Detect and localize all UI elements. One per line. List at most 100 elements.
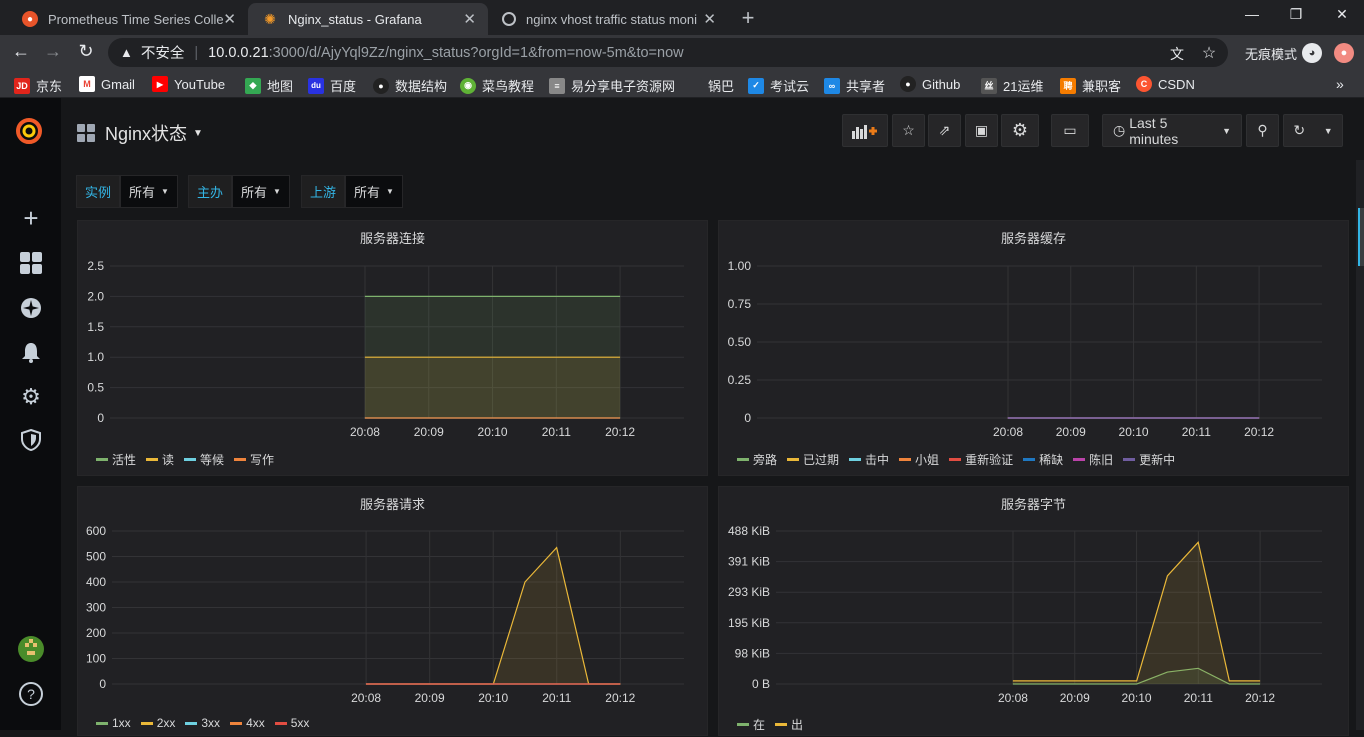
add-panel-button[interactable] [842, 114, 888, 147]
avatar[interactable] [18, 636, 44, 662]
variable-upstream[interactable]: 上游 所有 ▼ [301, 175, 403, 208]
new-tab-button[interactable]: + [736, 5, 760, 31]
dashboard-settings-button[interactable]: ⚙ [1001, 114, 1039, 147]
time-range-picker[interactable]: ◷ Last 5 minutes ▼ [1102, 114, 1242, 147]
configuration-gear-icon[interactable]: ⚙ [19, 385, 43, 409]
close-icon[interactable]: ✕ [463, 10, 476, 28]
legend-item[interactable]: 旁路 [737, 451, 777, 468]
bookmark-kaoshiyun[interactable]: ✓ 考试云 [748, 76, 809, 95]
bookmark-runoob[interactable]: ◉ 菜鸟教程 [460, 76, 534, 95]
legend-item[interactable]: 出 [775, 716, 803, 733]
alerting-bell-icon[interactable] [19, 341, 43, 365]
bookmark-label: 易分享电子资源网 [571, 79, 676, 94]
dashboard-picker[interactable]: Nginx状态 ▼ [77, 120, 203, 146]
browser-tab-grafana[interactable]: ✺ Nginx_status - Grafana ✕ [248, 3, 488, 35]
save-dashboard-button[interactable]: ▣ [965, 114, 998, 147]
legend-item[interactable]: 陈旧 [1073, 451, 1113, 468]
translate-icon[interactable]: 文 [1166, 44, 1188, 64]
server-admin-shield-icon[interactable] [19, 428, 43, 453]
url-path: :3000/d/AjyYql9Zz/nginx_status?orgId=1&f… [268, 44, 684, 61]
legend-item[interactable]: 写作 [234, 451, 274, 468]
chart-svg: 2.5 2.0 1.5 1.0 0.5 0 20:08 20:09 20:10 20:11 20:1… [87, 259, 684, 439]
panel-server-requests[interactable]: 服务器请求 600 500 400 300 200 100 0 20:08 20:09 20:10… [77, 486, 708, 736]
chart-svg: 600 500 400 300 200 100 0 20:08 20:09 20:10 20:11 2… [86, 524, 684, 705]
variable-instance[interactable]: 实例 所有 ▼ [76, 175, 178, 208]
refresh-button[interactable]: ↻ ▼ [1283, 114, 1343, 147]
legend-item[interactable]: 2xx [140, 716, 175, 730]
close-icon[interactable]: ✕ [223, 10, 236, 28]
dashboards-icon[interactable] [19, 252, 43, 276]
tab-title: Nginx_status - Grafana [288, 11, 422, 27]
star-dashboard-button[interactable]: ☆ [892, 114, 925, 147]
bookmark-jianzhike[interactable]: 聘兼职客 [1060, 76, 1121, 95]
y-tick-label: 195 KiB [728, 616, 770, 630]
legend-item[interactable]: 在 [737, 716, 765, 733]
legend-item[interactable]: 5xx [274, 716, 309, 730]
add-panel-icon [852, 124, 877, 139]
y-tick-label: 0.5 [87, 381, 104, 395]
legend-item[interactable]: 击中 [849, 451, 889, 468]
legend-item[interactable]: 重新验证 [949, 451, 1013, 468]
bookmark-youtube[interactable]: ▶ YouTube [152, 76, 225, 92]
x-tick-label: 20:08 [998, 691, 1028, 705]
bookmark-baidu[interactable]: du 百度 [308, 76, 356, 95]
legend-item[interactable]: 1xx [96, 716, 131, 730]
forward-icon[interactable]: → [42, 41, 64, 62]
legend-item[interactable]: 稀缺 [1023, 451, 1063, 468]
bookmark-gmail[interactable]: M Gmail [79, 76, 135, 92]
legend-item[interactable]: 小姐 [899, 451, 939, 468]
browser-tab-nginx-vts[interactable]: nginx vhost traffic status moni ✕ [488, 3, 728, 35]
legend-item[interactable]: 更新中 [1123, 451, 1175, 468]
tv-mode-button[interactable]: ▭ [1051, 114, 1089, 147]
variable-value-dropdown[interactable]: 所有 ▼ [345, 175, 403, 208]
legend-item[interactable]: 3xx [185, 716, 220, 730]
more-bookmarks-icon[interactable]: » [1336, 76, 1344, 92]
create-plus-icon[interactable]: + [19, 205, 43, 231]
caret-down-icon: ▼ [1222, 125, 1231, 136]
help-icon[interactable]: ? [19, 682, 43, 706]
reload-icon[interactable]: ↻ [75, 41, 97, 62]
address-bar[interactable]: ▲ 不安全 | 10.0.0.21 :3000/d/AjyYql9Zz/ngin… [108, 38, 1228, 67]
profile-icon[interactable]: ● [1334, 43, 1354, 63]
legend-item[interactable]: 活性 [96, 451, 136, 468]
bookmark-jd[interactable]: JD 京东 [14, 76, 62, 95]
variable-value-dropdown[interactable]: 所有 ▼ [232, 175, 290, 208]
close-window-icon[interactable]: ✕ [1332, 6, 1352, 23]
browser-tab-prometheus[interactable]: ● Prometheus Time Series Colle ✕ [8, 3, 248, 35]
legend-item[interactable]: 读 [146, 451, 174, 468]
bookmark-star-icon[interactable]: ☆ [1198, 43, 1220, 63]
legend-item[interactable]: 4xx [230, 716, 265, 730]
incognito-icon[interactable]: ◕ [1302, 43, 1322, 63]
minimize-icon[interactable]: — [1242, 6, 1262, 22]
explore-compass-icon[interactable] [19, 297, 43, 321]
legend-item[interactable]: 已过期 [787, 451, 839, 468]
x-tick-label: 20:12 [605, 691, 635, 705]
restore-icon[interactable]: ❐ [1286, 6, 1306, 23]
bookmark-guoba[interactable]: 锅巴 [686, 76, 734, 95]
bookmark-yifenxiang[interactable]: ≡ 易分享电子资源网 [549, 76, 675, 95]
bookmark-21yunwei[interactable]: 丝 21运维 [981, 76, 1043, 95]
close-icon[interactable]: ✕ [703, 10, 716, 28]
y-tick-label: 200 [86, 626, 106, 640]
variable-host[interactable]: 主办 所有 ▼ [188, 175, 290, 208]
scrollbar-thumb[interactable] [1358, 208, 1364, 266]
bookmark-maps[interactable]: ◆ 地图 [245, 76, 293, 95]
panel-server-bytes[interactable]: 服务器字节 488 KiB 391 KiB 293 KiB 195 KiB 98 KiB… [718, 486, 1349, 736]
bookmark-datastructure[interactable]: ● 数据结构 [373, 76, 447, 95]
bookmark-gongxiangzhe[interactable]: ∞ 共享者 [824, 76, 885, 95]
bookmark-github[interactable]: ● Github [900, 76, 960, 92]
bookmark-label: 百度 [330, 79, 357, 94]
zoom-out-button[interactable]: ⚲ [1246, 114, 1279, 147]
chart-legend: 旁路 已过期 击中 小姐 重新验证 稀缺 陈旧 更新中 [737, 451, 1185, 468]
share-dashboard-button[interactable]: ⇗ [928, 114, 961, 147]
back-icon[interactable]: ← [10, 41, 32, 62]
y-tick-label: 100 [86, 652, 106, 666]
grafana-logo-icon[interactable] [14, 116, 44, 146]
panel-server-connections[interactable]: 服务器连接 2.5 2.0 1.5 1.0 0.5 0 20:08 20:09 20:10 20:… [77, 220, 708, 476]
security-label: 不安全 [140, 46, 185, 62]
legend-item[interactable]: 等候 [184, 451, 224, 468]
bookmark-csdn[interactable]: C CSDN [1136, 76, 1195, 92]
panel-server-cache[interactable]: 服务器缓存 1.00 0.75 0.50 0.25 0 20:08 20:09 20:10 20… [718, 220, 1349, 476]
variable-value-dropdown[interactable]: 所有 ▼ [120, 175, 178, 208]
bookmark-label: Github [922, 76, 961, 92]
